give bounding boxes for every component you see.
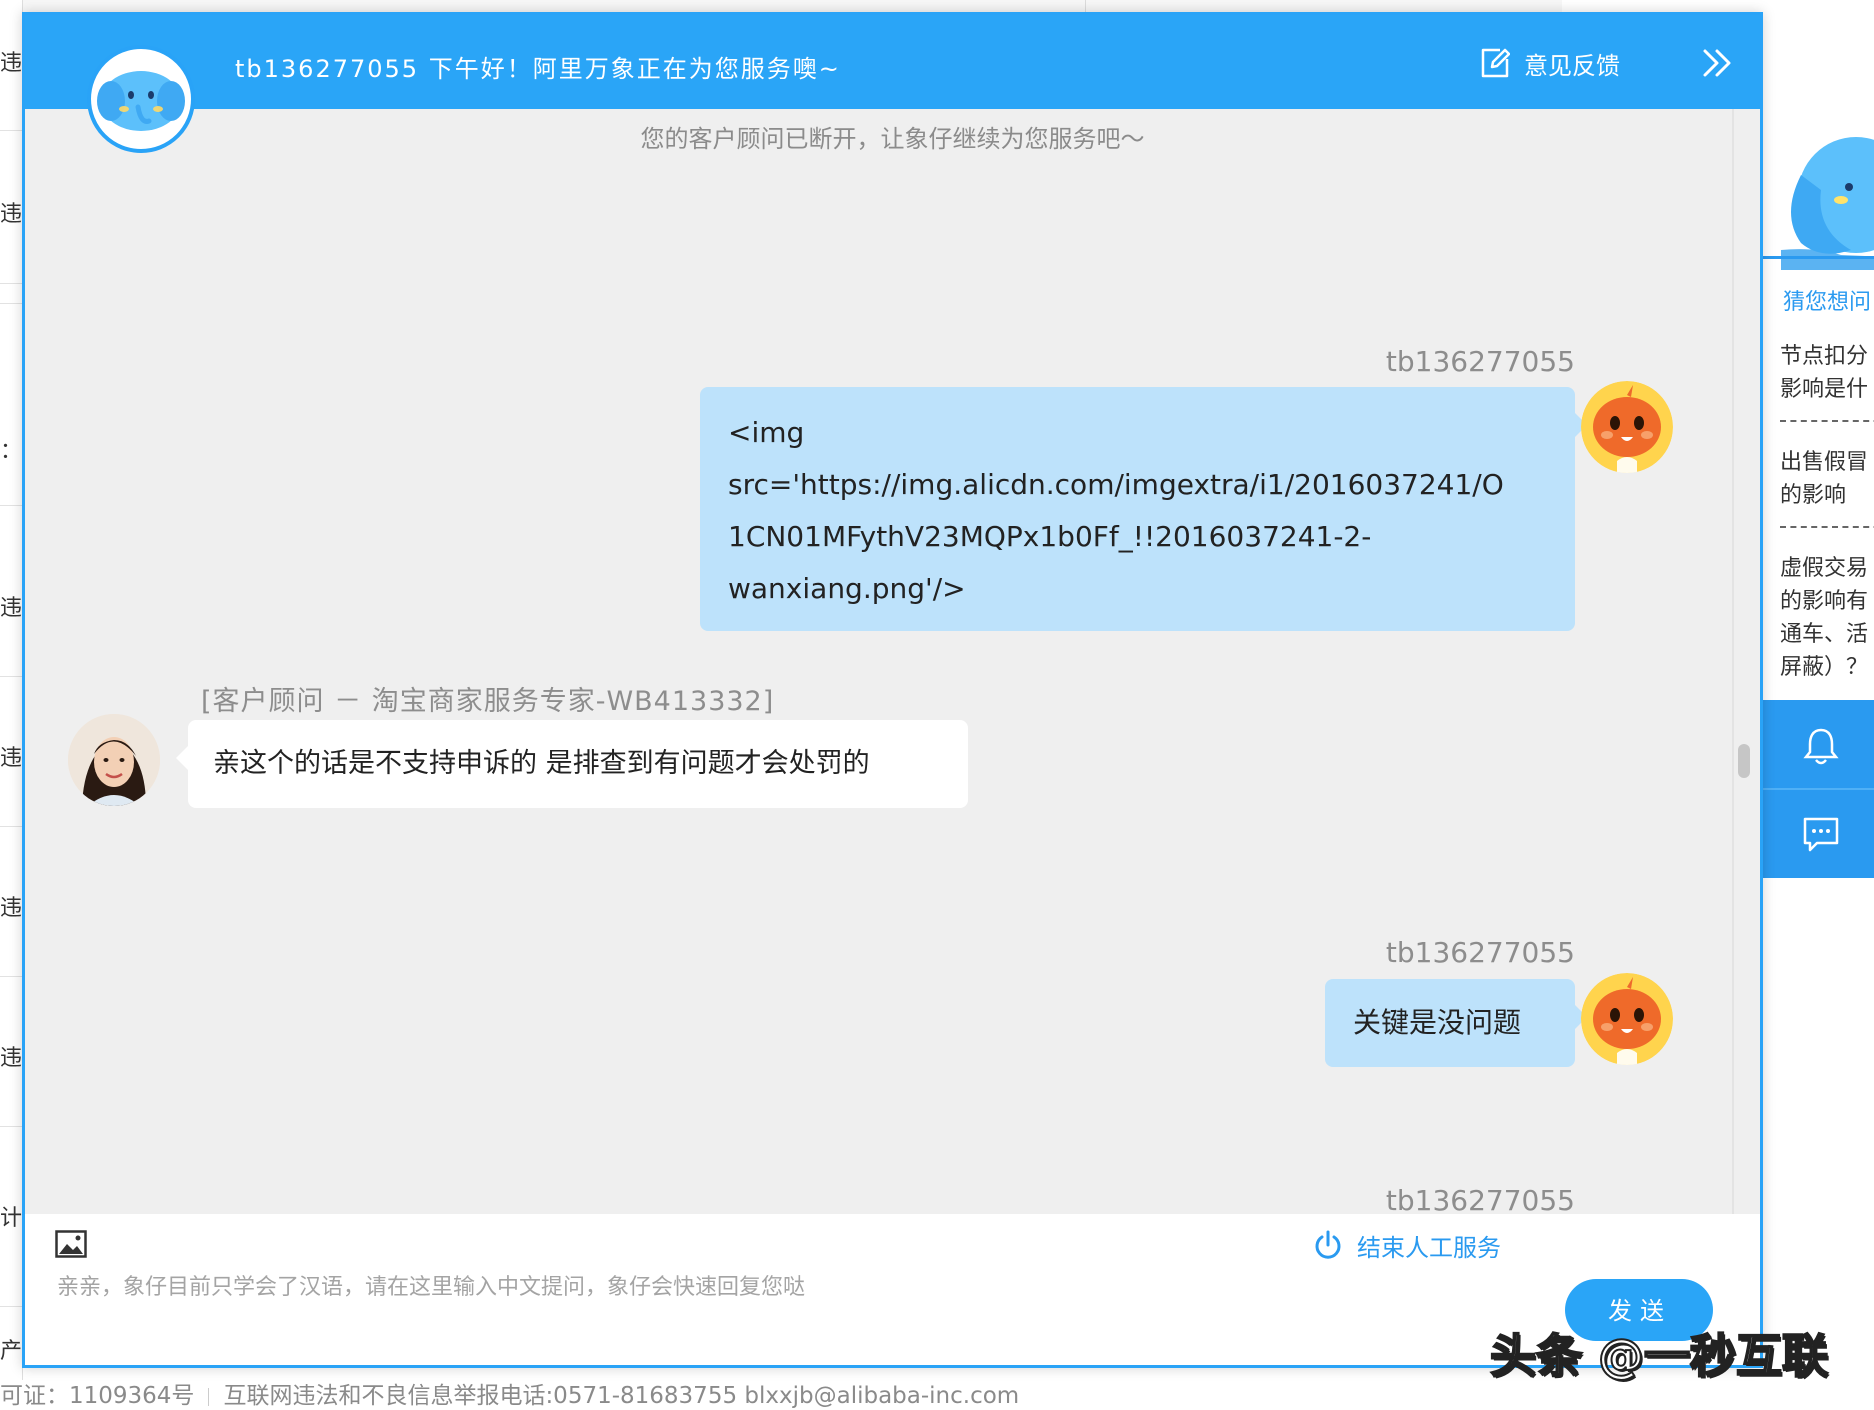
background-left-text: 产 — [0, 1339, 22, 1364]
power-icon — [1315, 1230, 1341, 1259]
suggestion-panel: 猜您想问 节点扣分 影响是什 出售假冒 的影响 虚假交易 的影响有 通车、活 屏… — [1763, 0, 1874, 1380]
user-message-bubble: <img src='https://img.alicdn.com/imgextr… — [700, 387, 1587, 631]
header-greeting: tb136277055 下午好！阿里万象正在为您服务噢~ — [235, 55, 841, 83]
user-message-bubble: 关键是没问题 — [1325, 979, 1587, 1067]
watermark: 头条 @一秒互联 — [1489, 1328, 1829, 1384]
suggestion-text: 虚假交易 — [1780, 556, 1869, 581]
background-left-text: 违规 — [0, 896, 22, 921]
assistant-logo — [87, 45, 195, 153]
image-upload-icon[interactable] — [55, 1230, 87, 1258]
footer-license: 可证：1109364号 — [0, 1383, 195, 1409]
elephant-mascot-icon — [1781, 137, 1874, 270]
message-text-line: src='https://img.alicdn.com/imgextra/i1/… — [728, 468, 1504, 501]
footer-report: 互联网违法和不良信息举报电话:0571-81683755 blxxjb@alib… — [223, 1383, 1020, 1409]
elephant-logo-icon — [97, 71, 185, 131]
dashed-divider — [1780, 526, 1874, 528]
suggestion-text: 影响是什 — [1780, 377, 1869, 402]
footer-separator — [208, 1387, 210, 1406]
suggestion-text: 节点扣分 — [1780, 344, 1869, 369]
suggestion-text: 屏蔽）？ — [1780, 655, 1869, 680]
chat-icon[interactable] — [1801, 816, 1841, 854]
panel-divider — [1763, 256, 1874, 259]
background-divider — [0, 505, 22, 506]
message-text: 亲这个的话是不支持申诉的 是排查到有问题才会处罚的 — [213, 748, 870, 779]
message-text-line: 1CN01MFythV23MQPx1b0Ff_!!2016037241-2- — [728, 520, 1372, 553]
agent-name: [客户顾问 － 淘宝商家服务专家-WB413332] — [201, 686, 775, 717]
background-divider — [0, 826, 22, 827]
suggestion-text: 的影响 — [1780, 483, 1847, 508]
background-divider — [0, 283, 22, 284]
message-input[interactable] — [55, 1266, 1309, 1308]
background-divider — [0, 676, 22, 677]
sender-name: tb136277055 — [1385, 345, 1575, 378]
background-left-text: 计算 — [0, 1206, 22, 1231]
system-notice: 您的客户顾问已断开，让象仔继续为您服务吧～ — [640, 125, 1145, 153]
message-list[interactable]: 您的客户顾问已断开，让象仔继续为您服务吧～ tb136277055 <img s… — [25, 109, 1760, 1214]
suggestion-title: 猜您想问 — [1783, 290, 1872, 315]
background-divider — [0, 1306, 22, 1307]
chat-window: tb136277055 下午好！阿里万象正在为您服务噢~ 意见反馈 您的客户顾问… — [22, 12, 1763, 1368]
user-avatar — [1581, 973, 1673, 1065]
bell-icon[interactable] — [1803, 726, 1839, 766]
feedback-label: 意见反馈 — [1524, 51, 1620, 80]
suggestion-text: 通车、活 — [1780, 622, 1869, 647]
feedback-button[interactable]: 意见反馈 — [1480, 45, 1620, 81]
message-text-line: <img — [728, 416, 805, 449]
agent-message-bubble: 亲这个的话是不支持申诉的 是排查到有问题才会处罚的 — [176, 720, 968, 808]
background-divider — [0, 976, 22, 977]
panel-divider — [1763, 788, 1874, 790]
scrollbar-thumb[interactable] — [1738, 744, 1750, 778]
background-left-text: 违规 — [0, 202, 22, 227]
background-left-text: ： — [0, 439, 22, 464]
background-divider — [0, 303, 22, 304]
chat-header: tb136277055 下午好！阿里万象正在为您服务噢~ 意见反馈 — [25, 15, 1760, 109]
background-divider — [0, 130, 22, 131]
end-service-button[interactable]: 结束人工服务 — [1313, 1226, 1501, 1264]
page-footer: 可证：1109364号 互联网违法和不良信息举报电话:0571-81683755 … — [0, 1383, 1874, 1410]
message-text: 关键是没问题 — [1353, 1006, 1522, 1039]
agent-avatar — [68, 714, 160, 806]
dashed-divider — [1780, 420, 1874, 422]
sender-name: tb136277055 — [1385, 1184, 1575, 1214]
message-text-line: wanxiang.png'/> — [728, 572, 966, 605]
background-divider — [1085, 0, 1086, 12]
end-service-label: 结束人工服务 — [1357, 1233, 1501, 1262]
background-divider — [0, 1126, 22, 1127]
sender-name: tb136277055 — [1385, 936, 1575, 969]
double-chevron-right-icon[interactable] — [1701, 47, 1735, 79]
suggestion-text: 的影响有 — [1780, 589, 1869, 614]
background-left-text: 违规 — [0, 51, 22, 76]
suggestion-item[interactable]: 出售假冒 的影响 — [1780, 446, 1868, 512]
background-left-text: 违规 — [0, 1046, 22, 1071]
background-left-text: 违规 — [0, 746, 22, 771]
background-left-text: 违规 — [0, 596, 22, 621]
background-left-column: 违规 违规 ： 违规 违规 违规 违规 计算 产 — [0, 0, 23, 1380]
scrollbar-track[interactable] — [1732, 109, 1734, 1214]
suggestion-item[interactable]: 节点扣分 影响是什 — [1780, 340, 1868, 406]
user-avatar — [1581, 381, 1673, 473]
edit-icon — [1481, 48, 1510, 78]
suggestion-text: 出售假冒 — [1780, 450, 1869, 475]
suggestion-item[interactable]: 虚假交易 的影响有 通车、活 屏蔽）？ — [1780, 552, 1868, 684]
